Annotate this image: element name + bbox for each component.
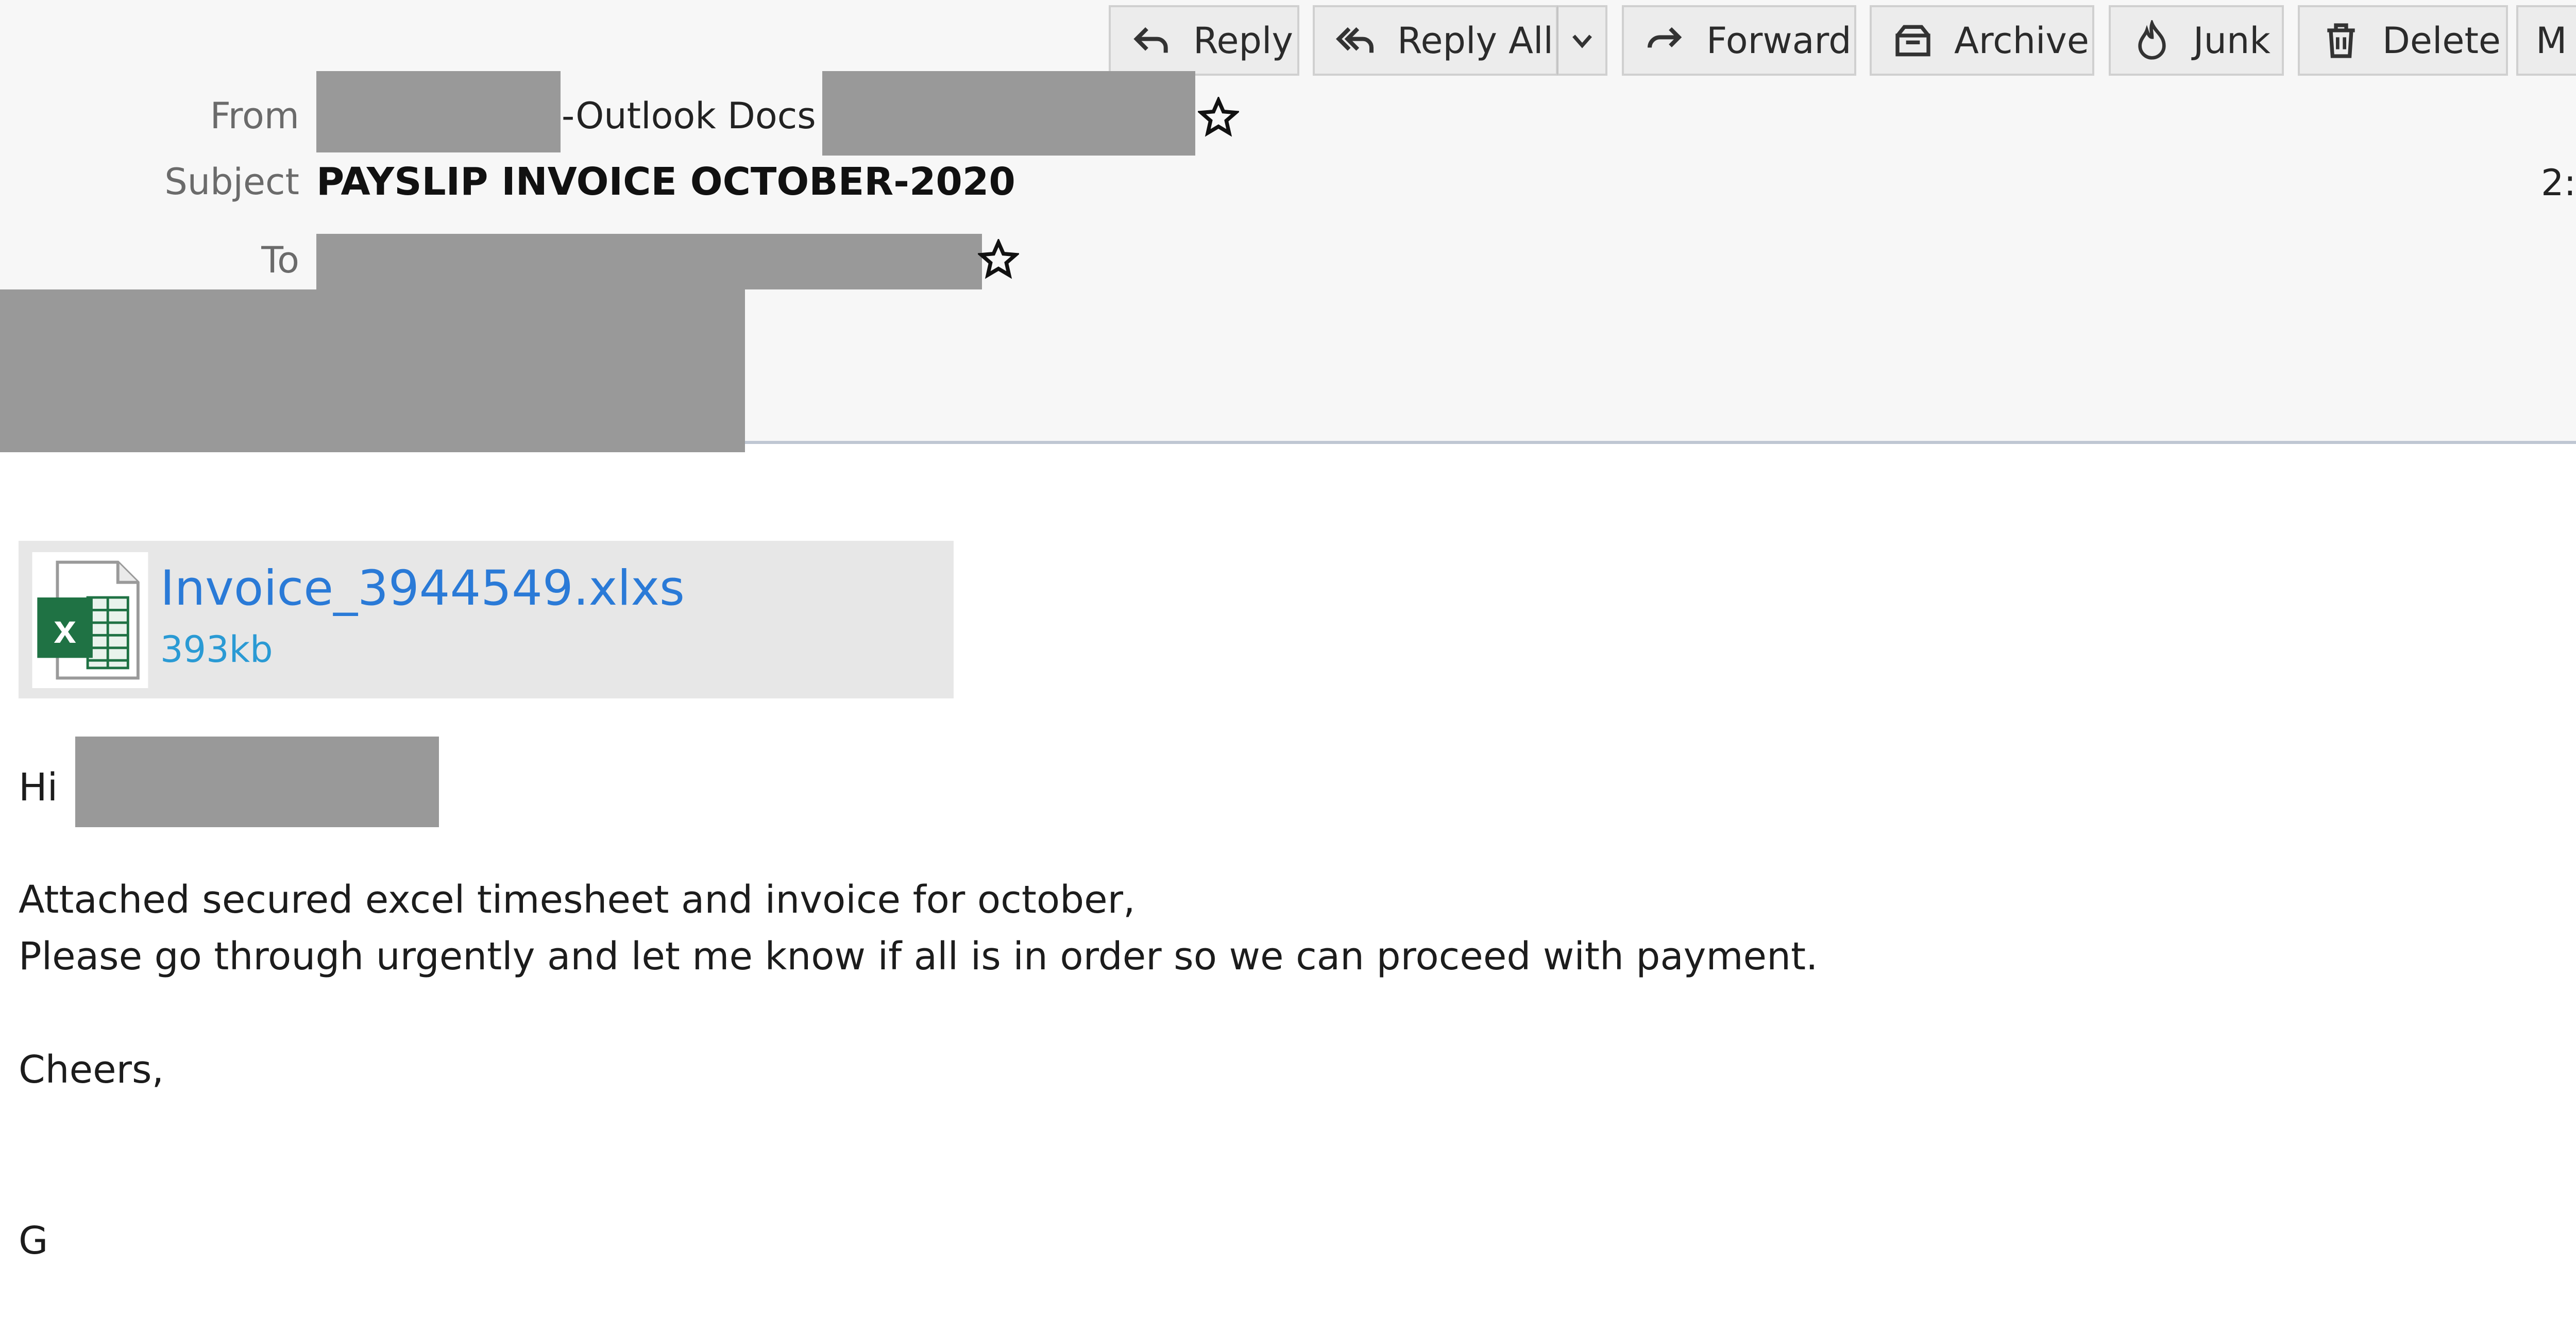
reply-label: Reply [1193,19,1293,62]
attachment-card[interactable]: x Invoice_3944549.xlxs 393kb [19,541,954,698]
signoff: Cheers, [19,1048,164,1092]
junk-button[interactable]: Junk [2109,5,2284,76]
body-line-2: Please go through urgently and let me kn… [19,934,1818,979]
reply-icon [1133,27,1168,53]
from-text[interactable]: -Outlook Docs < [562,95,858,137]
reply-all-button[interactable]: Reply All [1313,5,1558,76]
chevron-down-icon [1572,34,1592,48]
forward-label: Forward [1706,19,1852,62]
date-time: 2: [2541,162,2576,204]
forward-icon [1648,27,1682,48]
svg-text:x: x [54,606,76,652]
reply-all-dropdown[interactable] [1557,5,1607,76]
more-button[interactable]: M [2516,5,2576,76]
trash-icon [2327,23,2355,58]
flame-icon [2138,20,2166,60]
delete-label: Delete [2382,19,2501,62]
body-line-1: Attached secured excel timesheet and inv… [19,878,1136,922]
star-icon[interactable] [1198,97,1239,138]
subject-label: Subject [164,161,299,203]
attachment-size: 393kb [160,628,273,671]
message-header: Reply Reply All Forward Archive Junk Del… [0,0,2576,452]
subject-text: PAYSLIP INVOICE OCTOBER-2020 [316,160,1015,204]
excel-file-icon: x [32,552,148,688]
reply-all-label: Reply All [1397,19,1553,62]
reply-all-icon [1336,27,1374,53]
star-icon[interactable] [978,239,1019,280]
attachment-name[interactable]: Invoice_3944549.xlxs [160,560,685,617]
redacted-recipient-name [75,737,439,827]
redacted-recipient [316,234,982,289]
delete-button[interactable]: Delete [2298,5,2508,76]
more-label: M [2536,19,2567,62]
reply-button[interactable]: Reply [1109,5,1299,76]
archive-label: Archive [1954,19,2089,62]
signature: G [19,1219,48,1263]
archive-button[interactable]: Archive [1870,5,2094,76]
redacted-block [0,289,745,452]
redacted-sender-address [822,71,1195,156]
redacted-sender-name [316,71,561,152]
junk-label: Junk [2193,19,2270,62]
forward-button[interactable]: Forward [1622,5,1856,76]
to-label: To [261,239,299,281]
from-label: From [210,95,299,137]
archive-icon [1895,25,1930,56]
greeting: Hi [19,765,58,810]
